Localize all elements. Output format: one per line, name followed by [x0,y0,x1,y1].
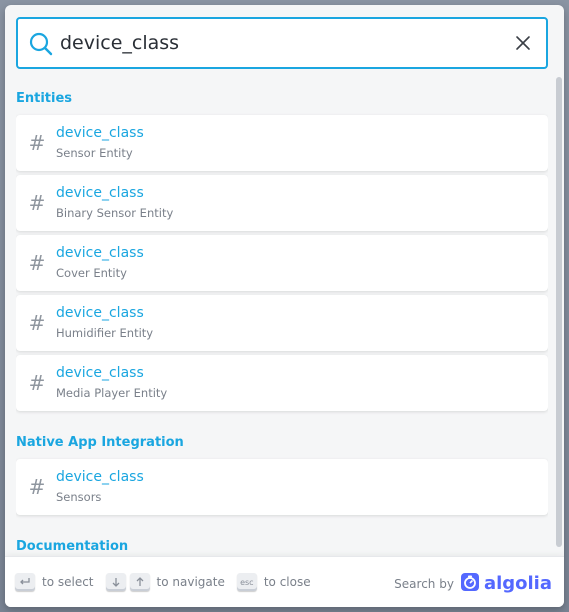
section-title: Native App Integration [16,435,184,450]
arrow-up-icon [129,573,150,591]
select-label: to select [42,575,94,589]
hash-icon: # [28,251,46,275]
hash-icon: # [28,475,46,499]
search-icon [28,31,54,57]
algolia-wordmark: algolia [483,573,552,594]
close-command: esc to close [236,573,311,591]
search-modal: Entities # device_class Sensor Entity # … [5,5,564,607]
results-list: Entities # device_class Sensor Entity # … [16,85,548,563]
section-entities: Entities # device_class Sensor Entity # … [16,89,548,411]
search-input[interactable] [60,19,502,67]
hit-title: device_class [56,245,144,261]
hit-path: Sensors [56,490,102,504]
algolia-logo-link[interactable]: Search by algolia [394,572,552,595]
hash-icon: # [28,311,46,335]
list-item[interactable]: # device_class Sensors [16,459,548,515]
hit-title: device_class [56,125,144,141]
list-item[interactable]: # device_class Cover Entity [16,235,548,291]
section-title: Entities [16,91,73,106]
enter-key-icon [15,573,35,591]
hit-path: Sensor Entity [56,146,133,160]
hit-title: device_class [56,469,144,485]
results-scrollbar[interactable] [556,77,562,547]
navigate-label: to navigate [156,575,225,589]
section-native-app-integration: Native App Integration # device_class Se… [16,433,548,515]
hit-path: Media Player Entity [56,386,168,400]
clear-search-button[interactable] [510,30,536,56]
algolia-icon [460,572,480,595]
select-command: to select [15,573,94,591]
hit-title: device_class [56,185,144,201]
close-icon [516,36,530,50]
section-title: Documentation [16,539,129,554]
esc-key-icon: esc [236,573,257,591]
hash-icon: # [28,131,46,155]
arrow-down-icon [105,573,126,591]
navigate-command: to navigate [105,573,225,591]
modal-footer: to select to navigate esc to close Searc… [5,556,564,607]
hit-path: Binary Sensor Entity [56,206,174,220]
hit-title: device_class [56,365,144,381]
list-item[interactable]: # device_class Sensor Entity [16,115,548,171]
hit-path: Humidifier Entity [56,326,154,340]
hash-icon: # [28,191,46,215]
hit-title: device_class [56,305,144,321]
search-by-label: Search by [394,576,454,591]
hash-icon: # [28,371,46,395]
hit-path: Cover Entity [56,266,127,280]
list-item[interactable]: # device_class Binary Sensor Entity [16,175,548,231]
list-item[interactable]: # device_class Media Player Entity [16,355,548,411]
search-form [16,17,548,69]
close-label: to close [263,575,311,589]
list-item[interactable]: # device_class Humidifier Entity [16,295,548,351]
